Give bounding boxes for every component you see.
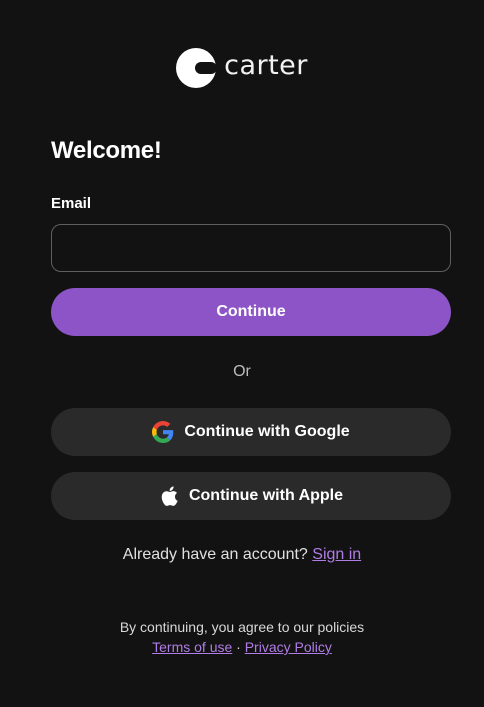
policy-separator: · (236, 639, 241, 655)
terms-of-use-link[interactable]: Terms of use (152, 639, 232, 655)
policy-links: Terms of use · Privacy Policy (0, 637, 484, 657)
privacy-policy-link[interactable]: Privacy Policy (245, 639, 332, 655)
brand-logo: carter (0, 48, 484, 88)
policy-notice-text: By continuing, you agree to our policies (119, 619, 365, 635)
email-label: Email (51, 195, 92, 212)
page-title: Welcome! (51, 137, 162, 164)
carter-logo-icon (176, 48, 217, 88)
policy-notice: By continuing, you agree to our policies… (0, 617, 484, 657)
email-field[interactable] (51, 224, 451, 272)
google-button-label: Continue with Google (184, 423, 350, 440)
apple-icon (159, 485, 179, 507)
continue-with-google-button[interactable]: Continue with Google (51, 408, 451, 456)
continue-button[interactable]: Continue (51, 288, 451, 336)
brand-name: carter (224, 50, 308, 81)
apple-button-label: Continue with Apple (188, 487, 344, 504)
google-icon (152, 421, 174, 443)
continue-button-label: Continue (216, 303, 286, 320)
or-divider: Or (233, 363, 251, 380)
signin-prompt-text: Already have an account? (122, 546, 308, 563)
signin-prompt-row: Already have an account? Sign in (0, 546, 484, 564)
continue-with-apple-button[interactable]: Continue with Apple (51, 472, 451, 520)
sign-in-link[interactable]: Sign in (312, 546, 361, 563)
